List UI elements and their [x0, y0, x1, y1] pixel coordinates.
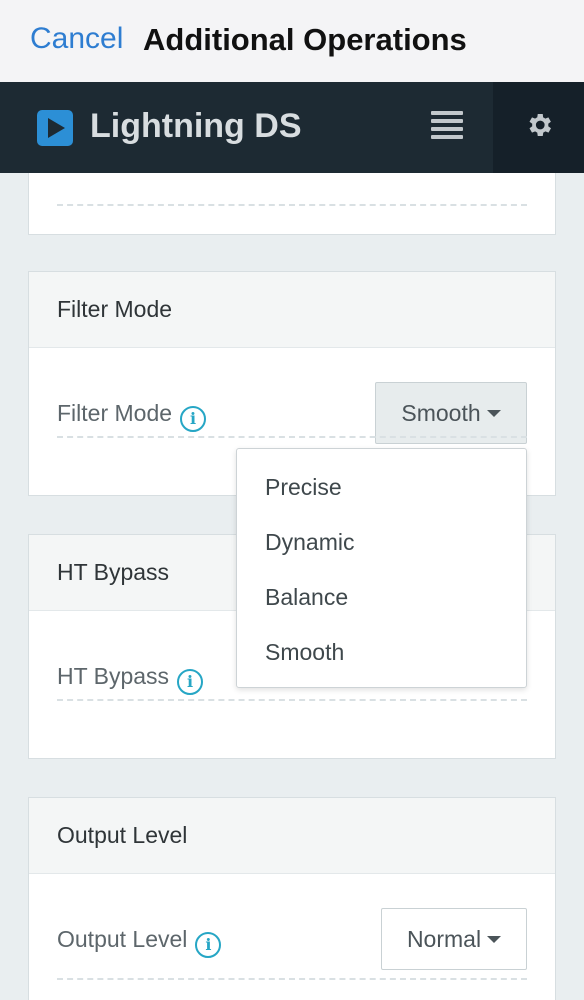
- info-icon[interactable]: i: [195, 932, 222, 958]
- caret-down-icon: [486, 409, 501, 417]
- output-level-value: Normal: [406, 925, 482, 952]
- ht-bypass-label: HT Bypass: [57, 663, 170, 689]
- filter-mode-label: Filter Mode: [57, 400, 173, 426]
- output-level-card: Output Level Output Level i Normal: [28, 797, 556, 1000]
- dropdown-option-precise[interactable]: Precise: [237, 460, 526, 515]
- cancel-button[interactable]: Cancel: [30, 22, 123, 56]
- info-icon[interactable]: i: [180, 406, 207, 432]
- output-level-select[interactable]: Normal: [381, 908, 527, 970]
- dropdown-option-balance[interactable]: Balance: [237, 570, 526, 625]
- section-title: Output Level: [29, 798, 555, 874]
- previous-section-card: [28, 173, 556, 235]
- modal-nav-bar: Cancel Additional Operations: [0, 0, 584, 82]
- output-level-row: Output Level i Normal: [29, 874, 555, 992]
- settings-button[interactable]: [493, 82, 584, 173]
- play-icon: [37, 110, 73, 146]
- dropdown-option-dynamic[interactable]: Dynamic: [237, 515, 526, 570]
- list-icon[interactable]: [431, 111, 463, 139]
- filter-mode-value: Smooth: [401, 399, 481, 426]
- filter-mode-dropdown: Precise Dynamic Balance Smooth: [236, 448, 527, 688]
- output-level-label: Output Level: [57, 926, 188, 952]
- section-title: Filter Mode: [29, 272, 555, 348]
- modal-title: Additional Operations: [143, 22, 467, 57]
- filter-mode-select[interactable]: Smooth: [375, 382, 527, 444]
- info-icon[interactable]: i: [177, 669, 204, 695]
- app-title: Lightning DS: [90, 107, 302, 145]
- caret-down-icon: [487, 935, 502, 943]
- dropdown-option-smooth[interactable]: Smooth: [237, 625, 526, 680]
- gear-icon: [529, 114, 551, 136]
